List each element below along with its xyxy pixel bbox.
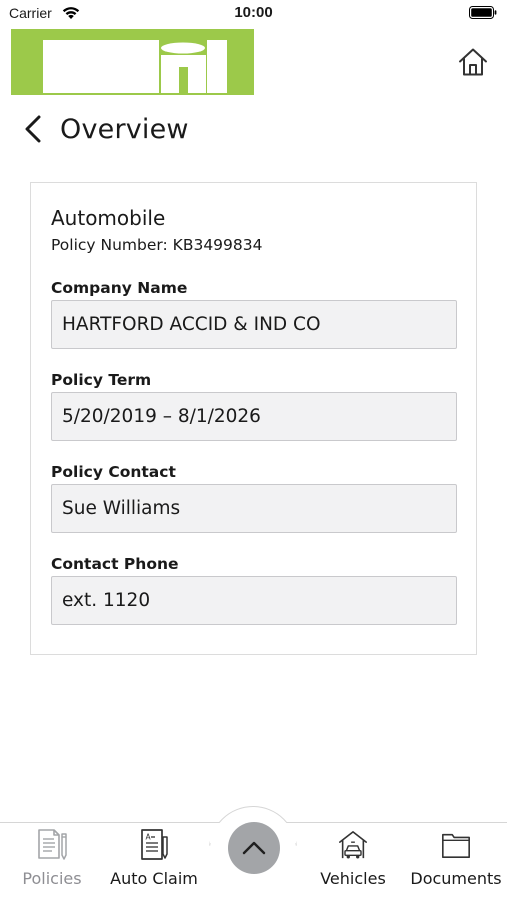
home-button[interactable]: [456, 45, 490, 79]
policy-term-field: 5/20/2019 – 8/1/2026: [51, 392, 457, 441]
tab-vehicles[interactable]: Vehicles: [318, 828, 388, 894]
chevron-up-icon: [242, 841, 266, 855]
tab-policies[interactable]: Policies: [20, 828, 84, 894]
svg-text:A: A: [146, 833, 152, 842]
folder-icon: [440, 828, 472, 862]
company-logo: [11, 29, 254, 95]
contact-phone-value: ext. 1120: [62, 590, 151, 611]
company-name-field: HARTFORD ACCID & IND CO: [51, 300, 457, 349]
tab-documents-label: Documents: [410, 869, 502, 888]
tab-policies-label: Policies: [22, 869, 82, 888]
page-title: Overview: [60, 113, 189, 145]
policy-term-value: 5/20/2019 – 8/1/2026: [62, 406, 261, 427]
status-bar: Carrier 10:00: [0, 0, 507, 28]
contact-phone-label: Contact Phone: [51, 555, 179, 573]
home-icon: [459, 48, 487, 76]
expand-menu-button[interactable]: [228, 822, 280, 874]
policy-card: Automobile Policy Number: KB3499834 Comp…: [30, 182, 477, 655]
tab-auto-claim-label: Auto Claim: [110, 869, 198, 888]
policy-contact-label: Policy Contact: [51, 463, 176, 481]
car-garage-icon: [337, 828, 369, 862]
policy-document-icon: [36, 828, 68, 862]
policy-number: Policy Number: KB3499834: [51, 236, 263, 254]
policy-type: Automobile: [51, 206, 166, 230]
claim-form-icon: A: [138, 828, 170, 862]
company-name-label: Company Name: [51, 279, 188, 297]
tab-documents[interactable]: Documents: [408, 828, 504, 894]
battery-icon: [469, 6, 497, 19]
back-button[interactable]: Overview: [22, 110, 189, 148]
tab-auto-claim[interactable]: A Auto Claim: [108, 828, 200, 894]
policy-term-label: Policy Term: [51, 371, 152, 389]
company-name-value: HARTFORD ACCID & IND CO: [62, 314, 321, 335]
policy-contact-value: Sue Williams: [62, 498, 181, 519]
contact-phone-field: ext. 1120: [51, 576, 457, 625]
policy-contact-field: Sue Williams: [51, 484, 457, 533]
clock: 10:00: [234, 4, 273, 21]
chevron-left-icon: [25, 115, 41, 143]
tab-vehicles-label: Vehicles: [320, 869, 386, 888]
